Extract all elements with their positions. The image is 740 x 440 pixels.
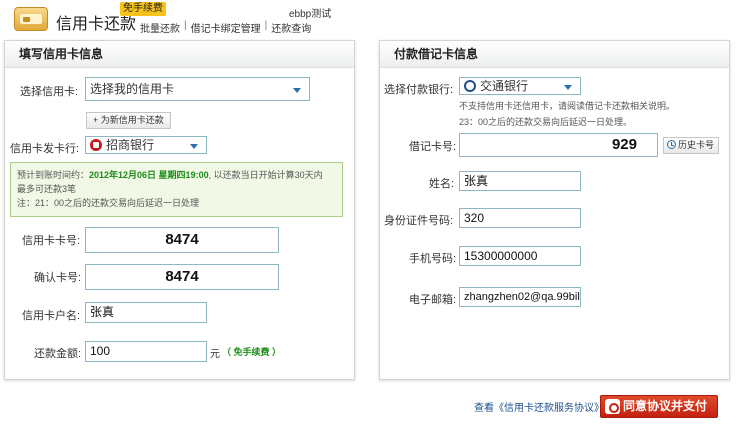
phone-input[interactable]: 15300000000 — [459, 246, 581, 266]
select-credit-card-dropdown[interactable]: 选择我的信用卡 — [85, 77, 310, 101]
debit-card-input[interactable]: 929 — [459, 133, 658, 157]
card-number-label: 信用卡卡号: — [22, 235, 81, 247]
bocom-bank-icon — [464, 80, 476, 92]
issuer-label: 信用卡发卡行: — [10, 143, 80, 155]
select-card-label: 选择信用卡: — [20, 86, 79, 98]
confirm-card-input[interactable]: 8474 — [85, 264, 279, 290]
free-fee-badge: 免手续费 — [120, 2, 166, 16]
id-number-input[interactable]: 320 — [459, 208, 581, 228]
chevron-down-icon — [190, 144, 198, 149]
page-header: 信用卡还款 免手续费 ebbp测试 批量还款 | 借记卡绑定管理 | 还款查询 — [0, 0, 740, 40]
credit-card-logo-icon — [14, 7, 48, 31]
new-card-button[interactable]: + 为新信用卡还款 — [86, 112, 171, 129]
bank-time-hint: 23：00之后的还款交易向后延迟一日处理。 — [459, 117, 633, 127]
chevron-down-icon — [564, 85, 572, 90]
amount-input[interactable]: 100 — [85, 341, 207, 362]
card-number-input[interactable]: 8474 — [85, 227, 279, 253]
id-number-label: 身份证件号码: — [384, 215, 454, 227]
nav-debit-binding[interactable]: 借记卡绑定管理 — [191, 20, 261, 35]
agree-and-pay-button[interactable]: 同意协议并支付 — [600, 395, 718, 418]
panel-title: 填写信用卡信息 — [5, 41, 354, 68]
card-holder-label: 信用卡户名: — [22, 310, 81, 322]
arrival-notice: 预计到账时间约：2012年12月06日 星期四19:00, 以还款当日开始计算3… — [10, 162, 343, 217]
agreement-link[interactable]: 查看《信用卡还款服务协议》 — [474, 399, 604, 414]
clock-icon — [667, 140, 676, 149]
email-input[interactable]: zhangzhen02@qa.99bill. — [459, 287, 581, 307]
amount-label: 还款金额: — [34, 348, 82, 360]
chevron-down-icon — [293, 88, 301, 93]
payment-bank-label: 选择付款银行: — [384, 84, 454, 96]
payment-bank-dropdown[interactable]: 交通银行 — [459, 77, 581, 95]
pay-icon — [605, 399, 620, 414]
issuer-bank-dropdown[interactable]: 招商银行 — [85, 136, 207, 154]
email-label: 电子邮箱: — [409, 294, 457, 306]
cmb-bank-icon — [90, 139, 102, 151]
debit-card-label: 借记卡号: — [409, 141, 457, 153]
amount-unit: 元 — [210, 349, 220, 360]
nav-batch-repay[interactable]: 批量还款 — [140, 20, 180, 35]
top-nav: 批量还款 | 借记卡绑定管理 | 还款查询 — [140, 20, 312, 35]
card-holder-input[interactable]: 张真 — [85, 302, 207, 323]
phone-label: 手机号码: — [409, 253, 457, 265]
name-input[interactable]: 张真 — [459, 171, 581, 191]
free-fee-note: （ 免手续费 ） — [222, 347, 282, 357]
bank-hint: 不支持信用卡还信用卡，请阅读借记卡还款相关说明。 — [459, 101, 676, 111]
nav-repay-query[interactable]: 还款查询 — [271, 20, 311, 35]
name-label: 姓名: — [429, 178, 455, 190]
history-card-button[interactable]: 历史卡号 — [663, 137, 720, 154]
user-name: ebbp测试 — [289, 9, 332, 20]
panel-title: 付款借记卡信息 — [380, 41, 729, 68]
confirm-card-label: 确认卡号: — [34, 272, 82, 284]
arrival-date: 2012年12月06日 星期四19:00 — [89, 170, 209, 180]
